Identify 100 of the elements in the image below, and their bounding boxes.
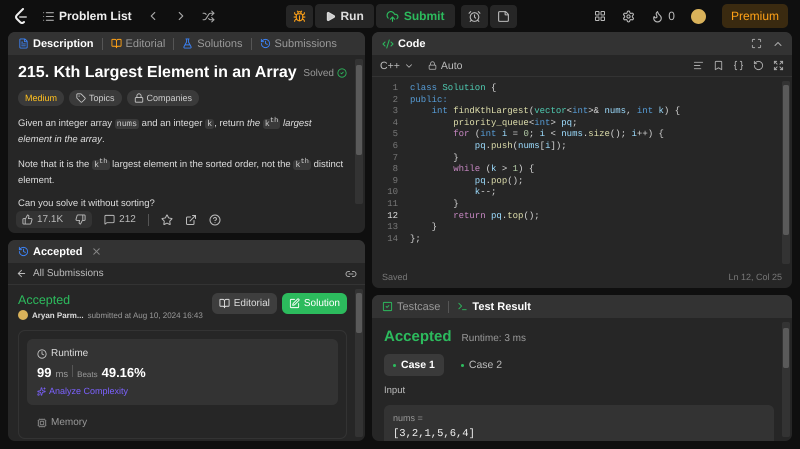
runtime-unit: ms — [55, 369, 68, 380]
upload-icon — [386, 10, 399, 22]
save-status: Saved — [382, 272, 408, 282]
panel-tab[interactable]: Test Result — [455, 300, 533, 312]
logo-icon[interactable] — [14, 8, 28, 24]
braces-icon[interactable] — [733, 60, 744, 71]
panel-tab[interactable]: Description — [16, 38, 96, 50]
panel-tab[interactable]: Solutions — [180, 38, 245, 50]
bookmark-icon[interactable] — [713, 60, 724, 71]
language-dropdown[interactable]: C++ — [380, 60, 414, 72]
scrollbar[interactable] — [782, 81, 790, 264]
code-tab[interactable]: Code — [380, 38, 428, 50]
panel-tab[interactable]: Submissions — [258, 38, 339, 50]
book-icon — [110, 38, 122, 49]
submit-button[interactable]: Submit — [376, 4, 454, 28]
back-arrow-icon — [16, 268, 27, 279]
line-number: 7 — [392, 152, 398, 164]
streak-counter[interactable]: 0 — [651, 9, 675, 23]
close-icon[interactable] — [90, 246, 102, 257]
runtime-label: Runtime — [51, 348, 88, 359]
scrollbar[interactable] — [355, 289, 363, 437]
code-line: pq.pop(); — [474, 176, 524, 188]
case-tab[interactable]: Case 1 — [384, 354, 444, 376]
line-number: 3 — [392, 106, 398, 118]
avatar[interactable] — [690, 8, 706, 24]
case-tab[interactable]: Case 2 — [452, 354, 512, 376]
share-icon[interactable] — [184, 214, 197, 226]
line-number: 10 — [386, 187, 398, 199]
input-label: Input — [384, 385, 406, 396]
memory-label: Memory — [51, 417, 88, 428]
runtime-value: 99 — [37, 365, 52, 380]
thumbs-down-icon — [75, 214, 86, 225]
line-number: 4 — [392, 118, 398, 130]
star-icon[interactable] — [160, 214, 173, 226]
lock-icon — [428, 61, 437, 70]
line-number: 2 — [392, 94, 398, 106]
line-number: 11 — [386, 198, 398, 211]
tag-icon — [76, 93, 86, 103]
line-number: 12 — [386, 210, 398, 222]
flask-icon — [182, 38, 194, 49]
grid-icon[interactable] — [594, 10, 606, 22]
problem-list-button[interactable]: Problem List — [42, 9, 132, 23]
code-line: public: — [410, 94, 448, 106]
comments-button[interactable]: 212 — [104, 214, 136, 225]
line-number: 8 — [392, 164, 398, 176]
checkbox-icon — [382, 301, 393, 312]
submitted-time: submitted at Aug 10, 2024 16:43 — [88, 310, 203, 320]
line-number: 6 — [392, 140, 398, 153]
code-line: pq.push(nums[i]); — [474, 140, 567, 153]
code-line: priority_queue<int> pq; — [452, 118, 578, 130]
note-icon — [496, 10, 510, 22]
difficulty-badge: Medium — [18, 90, 64, 106]
cursor-position: Ln 12, Col 25 — [728, 272, 782, 282]
flame-icon — [651, 10, 664, 22]
run-button[interactable]: Run — [314, 4, 374, 28]
problem-statement: Note that it is the k$^{th}$ largest element in the sorted order, not the k$^{th}$ distinct element. — [18, 156, 344, 188]
expand-icon[interactable] — [773, 60, 784, 71]
solved-status: Solved — [303, 68, 347, 78]
document-icon — [18, 38, 29, 49]
code-line: } — [452, 152, 459, 164]
code-line: while (k > 1) { — [452, 164, 534, 176]
comment-icon — [104, 214, 116, 225]
line-number: 14 — [386, 234, 398, 246]
runtime-text: Runtime: 3 ms — [462, 333, 526, 344]
scrollbar[interactable] — [355, 59, 363, 204]
line-number: 13 — [386, 222, 398, 234]
sparkles-icon — [37, 386, 46, 396]
beats-percentage: 49.16% — [102, 365, 146, 380]
code-line: int findKthLargest(vector<int>& nums, int k) { — [430, 106, 680, 118]
chip-icon — [37, 418, 47, 428]
beats-label: Beats — [77, 370, 98, 379]
code-line: }; — [410, 234, 421, 246]
settings-icon[interactable] — [622, 10, 636, 22]
help-icon[interactable] — [208, 214, 221, 226]
book-icon — [218, 298, 230, 309]
mode-selector[interactable]: Auto — [428, 60, 462, 72]
format-icon[interactable] — [693, 60, 704, 71]
code-line: class Solution { — [410, 83, 496, 95]
reset-icon[interactable] — [753, 60, 764, 71]
check-circle-icon — [337, 68, 347, 78]
companies-button[interactable]: Companies — [126, 90, 200, 106]
premium-button[interactable]: Premium — [722, 4, 788, 28]
accepted-tab[interactable]: Accepted — [16, 246, 85, 258]
clock-icon — [37, 348, 47, 358]
editorial-button[interactable]: Editorial — [212, 293, 277, 314]
submission-status: Accepted — [18, 293, 70, 307]
code-line: } — [452, 198, 459, 211]
timer-button[interactable] — [460, 4, 488, 28]
debug-button[interactable] — [286, 4, 312, 28]
play-icon — [324, 10, 336, 22]
shuffle-icon[interactable] — [202, 10, 215, 22]
panel-tab[interactable]: Editorial — [108, 38, 168, 50]
notes-button[interactable] — [490, 4, 516, 28]
fullscreen-icon[interactable] — [751, 38, 762, 49]
line-number: 1 — [392, 83, 398, 95]
topics-button[interactable]: Topics — [69, 90, 122, 106]
all-submissions-link[interactable]: All Submissions — [16, 268, 104, 279]
parameter-label: nums = — [393, 413, 424, 423]
scrollbar[interactable] — [782, 322, 790, 437]
panel-tab[interactable]: Testcase — [380, 300, 442, 312]
